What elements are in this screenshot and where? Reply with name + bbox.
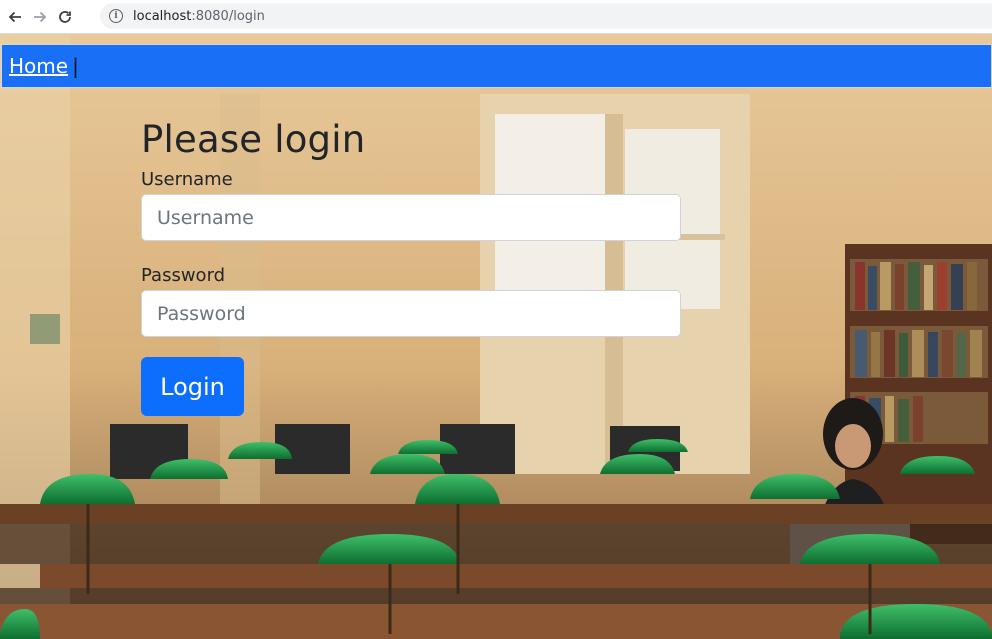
top-navbar: Home | (1, 44, 992, 88)
info-icon[interactable]: i (109, 9, 123, 23)
username-label: Username (141, 169, 233, 190)
browser-toolbar: i localhost:8080/login (0, 0, 992, 34)
back-button[interactable] (4, 6, 26, 28)
nav-home-link[interactable]: Home (9, 54, 68, 78)
reload-button[interactable] (54, 6, 76, 28)
login-form: Please login Username Password Login (141, 118, 681, 416)
page-title: Please login (141, 118, 366, 161)
address-bar[interactable]: i localhost:8080/login (100, 3, 992, 29)
url-text: localhost:8080/login (133, 8, 265, 24)
nav-separator: | (72, 54, 79, 78)
arrow-right-icon (34, 11, 47, 22)
page-viewport: Home | Please login Username Password Lo… (0, 34, 992, 639)
login-button[interactable]: Login (141, 357, 244, 416)
reload-icon (59, 10, 71, 23)
password-label: Password (141, 265, 226, 286)
password-input[interactable] (141, 290, 681, 337)
arrow-left-icon (8, 11, 21, 22)
forward-button[interactable] (29, 6, 51, 28)
username-input[interactable] (141, 194, 681, 241)
